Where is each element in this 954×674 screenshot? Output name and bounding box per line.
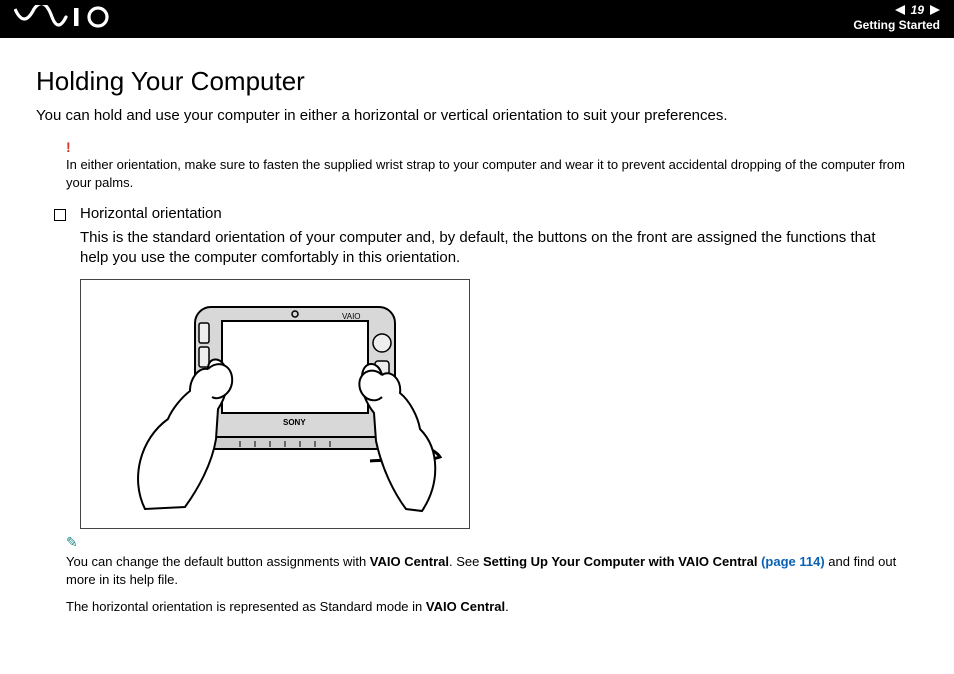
prev-page-icon[interactable] xyxy=(895,5,905,15)
warning-block: ! In either orientation, make sure to fa… xyxy=(66,140,908,191)
bullet-label: Horizontal orientation xyxy=(80,205,222,222)
intro-text: You can hold and use your computer in ei… xyxy=(36,107,918,124)
vaio-logo xyxy=(14,0,124,34)
page-number: 19 xyxy=(911,3,924,17)
footer-suffix: . xyxy=(505,599,509,614)
tip-b2: Setting Up Your Computer with VAIO Centr… xyxy=(483,554,761,569)
illustration-horizontal-hold: VAIO SONY xyxy=(80,279,470,529)
bullet-description: This is the standard orientation of your… xyxy=(80,228,908,269)
tip-icon: ✎ xyxy=(66,537,908,551)
page-title: Holding Your Computer xyxy=(36,66,918,97)
warning-icon: ! xyxy=(66,140,908,154)
page-content: Holding Your Computer You can hold and u… xyxy=(0,38,954,614)
footer-line: The horizontal orientation is represente… xyxy=(66,599,918,614)
tip-mid1: . See xyxy=(449,554,483,569)
bullet-icon xyxy=(54,209,66,221)
footer-b: VAIO Central xyxy=(426,599,505,614)
tip-b1: VAIO Central xyxy=(370,554,449,569)
page-nav: 19 xyxy=(895,3,940,17)
tip-link[interactable]: (page 114) xyxy=(761,554,825,569)
tip-block: ✎ You can change the default button assi… xyxy=(66,537,908,589)
warning-text: In either orientation, make sure to fast… xyxy=(66,156,908,191)
page-header: 19 Getting Started xyxy=(0,0,954,38)
next-page-icon[interactable] xyxy=(930,5,940,15)
svg-text:SONY: SONY xyxy=(283,418,306,427)
bullet-item: Horizontal orientation xyxy=(54,205,918,222)
tip-text: You can change the default button assign… xyxy=(66,553,908,589)
section-name: Getting Started xyxy=(853,18,940,32)
svg-text:VAIO: VAIO xyxy=(342,312,361,321)
tip-prefix: You can change the default button assign… xyxy=(66,554,370,569)
footer-prefix: The horizontal orientation is represente… xyxy=(66,599,426,614)
